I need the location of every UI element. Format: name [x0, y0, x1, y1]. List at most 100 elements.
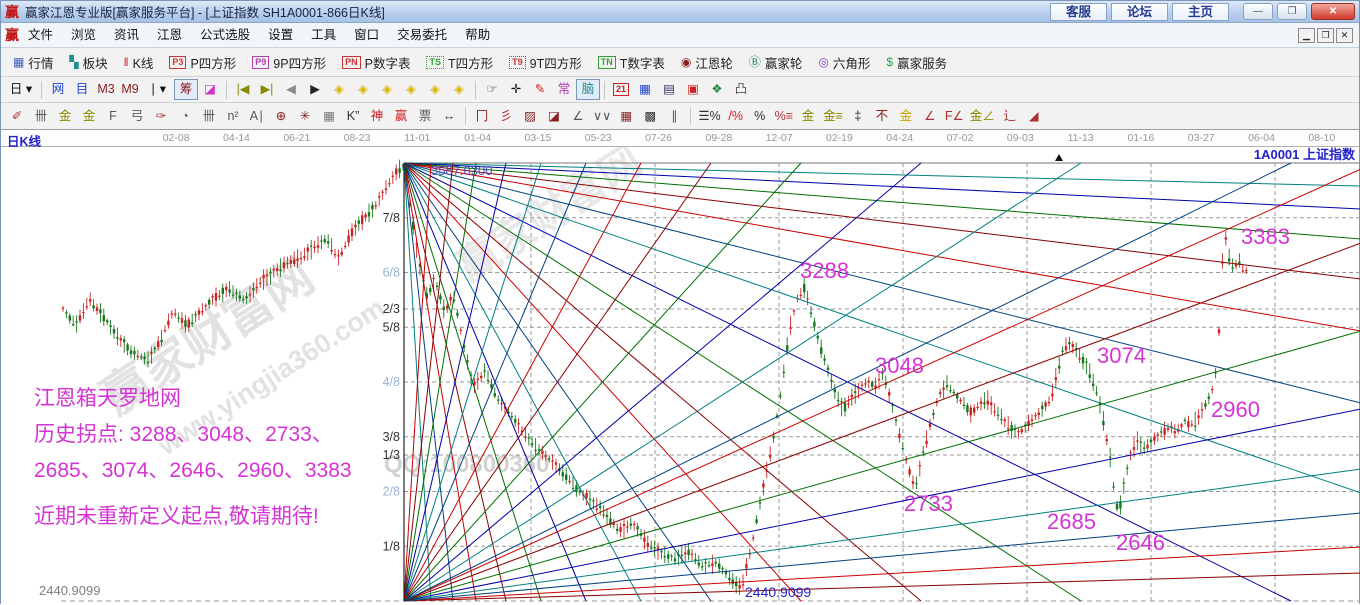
gold-section2-tool-button[interactable]: 金: [77, 106, 101, 127]
close-button[interactable]: ✕: [1311, 3, 1355, 20]
ticket-tool-button[interactable]: 票: [413, 106, 437, 127]
export-icon-button[interactable]: ❖: [705, 79, 729, 100]
width-tool-button[interactable]: ↔: [437, 106, 461, 127]
winner-service-button[interactable]: $赢家服务: [878, 50, 955, 74]
wave-3-icon-button[interactable]: M3: [94, 79, 118, 100]
angle-tool-button[interactable]: ∠: [566, 106, 590, 127]
angle-f-tool-button[interactable]: F∠: [942, 106, 967, 127]
frame-tool-button[interactable]: 冂: [470, 106, 494, 127]
diamond-expand-button-button[interactable]: ◈: [423, 79, 447, 100]
diamond-compress-button-button[interactable]: ◈: [399, 79, 423, 100]
notes-icon-button[interactable]: ▤: [657, 79, 681, 100]
p-square-button[interactable]: P3P四方形: [161, 50, 244, 74]
needle-tool-button[interactable]: ‡: [846, 106, 870, 127]
menu-item[interactable]: 资讯: [105, 23, 148, 47]
time-circle-tool-button[interactable]: ◔: [173, 106, 197, 127]
last-bar-button-button[interactable]: ▶|: [255, 79, 279, 100]
gann-circle-tool-button[interactable]: ⊕: [269, 106, 293, 127]
pattern-window-icon-button[interactable]: 网: [46, 79, 70, 100]
quotes-button[interactable]: ▦行情: [5, 50, 61, 74]
restore-button[interactable]: ❐: [1277, 3, 1307, 20]
mdi-minimize-button[interactable]: ▁: [1298, 28, 1315, 43]
t-square-button[interactable]: TST四方形: [418, 50, 501, 74]
p-number-table-button[interactable]: PNP数字表: [334, 50, 418, 74]
angle-j-tool-button[interactable]: ∠: [918, 106, 942, 127]
grid-tool-button[interactable]: ▦: [317, 106, 341, 127]
band-tool-button[interactable]: 卌: [29, 106, 53, 127]
menu-item[interactable]: 交易委托: [388, 23, 456, 47]
fan-rays-tool-button[interactable]: 彡: [494, 106, 518, 127]
gann-wheel-button[interactable]: ◉江恩轮: [673, 50, 741, 74]
homepage-button[interactable]: 主页: [1172, 3, 1229, 21]
gold-section-tool-button[interactable]: 金: [53, 106, 77, 127]
hexagon-button[interactable]: ◎六角形: [810, 50, 878, 74]
minimize-button[interactable]: —: [1243, 3, 1273, 20]
gann-box-tool-button[interactable]: ▨: [518, 106, 542, 127]
marker-tool-button[interactable]: 常: [552, 79, 576, 100]
period-selector-button[interactable]: 日 ▾: [5, 79, 37, 100]
time-ruler-tool-button[interactable]: 卌: [197, 106, 221, 127]
mdi-close-button[interactable]: ✕: [1336, 28, 1353, 43]
hand-tool-button[interactable]: ☞: [480, 79, 504, 100]
percent-list-tool-button[interactable]: ☰%: [695, 106, 723, 127]
brush-tool-button[interactable]: ✑: [149, 106, 173, 127]
9t-square-button[interactable]: T99T四方形: [501, 50, 590, 74]
pen-tool-button[interactable]: ✎: [528, 79, 552, 100]
menu-item[interactable]: 公式选股: [191, 23, 259, 47]
diamond-left-button-button[interactable]: ◈: [327, 79, 351, 100]
chart-canvas[interactable]: 赢家财富网www.yingjia360.com赢家财富网QQ:100800360…: [1, 147, 1359, 605]
gold-angle-tool-button[interactable]: 金: [894, 106, 918, 127]
shaded-box-tool-button[interactable]: ◪: [542, 106, 566, 127]
menu-item[interactable]: 江恩: [148, 23, 191, 47]
kline-button[interactable]: ‖K线: [116, 50, 162, 74]
angle-speed-tool-button[interactable]: 辶: [998, 106, 1022, 127]
shen-tool-button[interactable]: 神: [365, 106, 389, 127]
mdi-restore-button[interactable]: ❐: [1317, 28, 1334, 43]
percent-tool-button[interactable]: %: [748, 106, 772, 127]
calculator-icon-button[interactable]: ▦: [633, 79, 657, 100]
list-window-icon-button[interactable]: 目: [70, 79, 94, 100]
winner-wheel-button[interactable]: Ⓑ赢家轮: [741, 50, 811, 74]
diamond-full-button-button[interactable]: ◈: [447, 79, 471, 100]
spiral-tool-button[interactable]: 弓: [125, 106, 149, 127]
zigzag-tool-button[interactable]: ∨∨: [590, 106, 614, 127]
calendar-icon-button[interactable]: 21: [609, 79, 633, 100]
chip-distribution-icon-button[interactable]: 筹: [174, 79, 198, 100]
diamond-right-button-button[interactable]: ◈: [351, 79, 375, 100]
menu-item[interactable]: 帮助: [456, 23, 499, 47]
menu-item[interactable]: 浏览: [62, 23, 105, 47]
menu-item[interactable]: 设置: [259, 23, 302, 47]
win-tool-button[interactable]: 赢: [389, 106, 413, 127]
gold-levels-tool-button[interactable]: 金≡: [820, 106, 846, 127]
gann-star-tool-button[interactable]: ✳: [293, 106, 317, 127]
customer-service-button[interactable]: 客服: [1050, 3, 1107, 21]
histogram-icon-button[interactable]: ◪: [198, 79, 222, 100]
menu-item[interactable]: 工具: [302, 23, 345, 47]
save-icon-button[interactable]: ▣: [681, 79, 705, 100]
dark-grid-tool-button[interactable]: ▩: [638, 106, 662, 127]
prev-bar-button-button[interactable]: ◀: [279, 79, 303, 100]
diamond-h-button-button[interactable]: ◈: [375, 79, 399, 100]
first-bar-button-button[interactable]: |◀: [231, 79, 255, 100]
brain-tool-button[interactable]: 脑: [576, 79, 600, 100]
n2-tool-button[interactable]: n²: [221, 106, 245, 127]
pencil-tool-button[interactable]: ✐: [5, 106, 29, 127]
grid-percent-tool-button[interactable]: 不: [870, 106, 894, 127]
angle-four-tool-button[interactable]: ◢: [1022, 106, 1046, 127]
next-bar-button-button[interactable]: ▶: [303, 79, 327, 100]
crosshair-tool-button[interactable]: ✛: [504, 79, 528, 100]
percent-line-tool-button[interactable]: /%: [724, 106, 748, 127]
candle-style-selector-button[interactable]: ∣ ▾: [142, 79, 174, 100]
wave-9-icon-button[interactable]: M9: [118, 79, 142, 100]
f-line-tool-button[interactable]: F: [101, 106, 125, 127]
forum-button[interactable]: 论坛: [1111, 3, 1168, 21]
dense-grid-tool-button[interactable]: ▦: [614, 106, 638, 127]
percent-levels-tool-button[interactable]: %≡: [772, 106, 796, 127]
print-icon-button[interactable]: 凸: [729, 79, 753, 100]
t-number-table-button[interactable]: TNT数字表: [590, 50, 673, 74]
menu-item[interactable]: 文件: [19, 23, 62, 47]
text-tool-button[interactable]: A∣: [245, 106, 269, 127]
k-mark-tool-button[interactable]: K”: [341, 106, 365, 127]
gold-circle-tool-button[interactable]: 金: [796, 106, 820, 127]
9p-square-button[interactable]: P99P四方形: [244, 50, 334, 74]
